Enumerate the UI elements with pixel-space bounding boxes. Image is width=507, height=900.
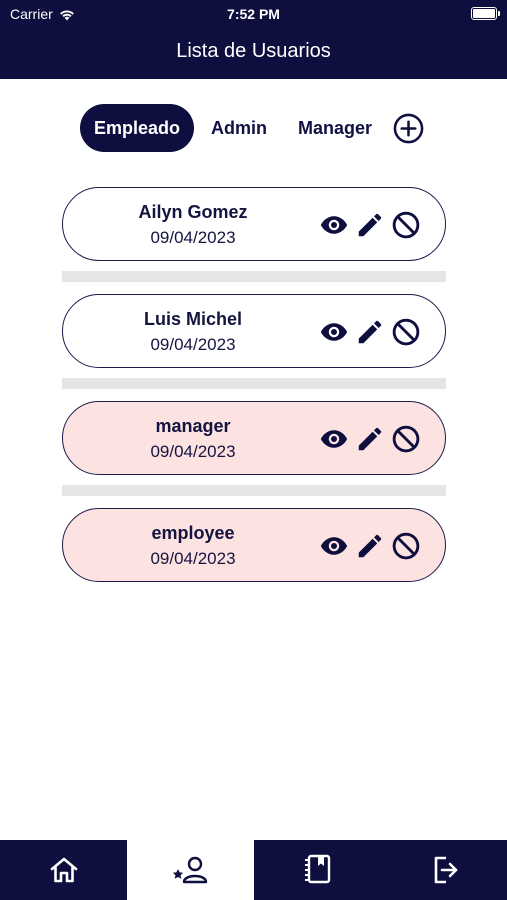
eye-icon[interactable] <box>319 424 349 454</box>
eye-icon[interactable] <box>319 317 349 347</box>
tab-manager[interactable]: Manager <box>289 104 381 152</box>
user-name: Luis Michel <box>143 309 242 329</box>
pencil-icon[interactable] <box>355 531 385 561</box>
eye-icon[interactable] <box>319 210 349 240</box>
add-user-button[interactable] <box>393 113 424 144</box>
nav-home[interactable] <box>0 840 127 900</box>
tab-empleado[interactable]: Empleado <box>80 104 194 152</box>
block-icon[interactable] <box>391 531 421 561</box>
row-divider <box>62 271 446 282</box>
bottom-nav-bar <box>0 840 507 900</box>
user-card[interactable]: manager 09/04/2023 <box>62 401 446 475</box>
top-bar: Carrier 7:52 PM Lista de Usuarios <box>0 0 507 79</box>
pencil-icon[interactable] <box>355 317 385 347</box>
role-tabs: Empleado Admin Manager <box>0 104 507 152</box>
user-card[interactable]: Luis Michel 09/04/2023 <box>62 294 446 368</box>
block-icon[interactable] <box>391 210 421 240</box>
row-divider <box>62 378 446 389</box>
status-time: 7:52 PM <box>227 6 280 22</box>
pencil-icon[interactable] <box>355 210 385 240</box>
user-card[interactable]: Ailyn Gomez 09/04/2023 <box>62 187 446 261</box>
user-date: 09/04/2023 <box>150 442 236 461</box>
block-icon[interactable] <box>391 424 421 454</box>
status-bar: Carrier 7:52 PM <box>0 4 507 24</box>
user-name: manager <box>155 416 231 436</box>
pencil-icon[interactable] <box>355 424 385 454</box>
tab-admin[interactable]: Admin <box>203 104 275 152</box>
battery-icon <box>471 7 500 20</box>
user-date: 09/04/2023 <box>150 549 236 568</box>
user-name: employee <box>151 523 235 543</box>
nav-catalog[interactable] <box>254 840 381 900</box>
nav-users[interactable] <box>127 840 254 900</box>
user-star-icon <box>172 856 207 884</box>
user-date: 09/04/2023 <box>150 335 236 354</box>
user-name: Ailyn Gomez <box>138 202 248 222</box>
page-title: Lista de Usuarios <box>176 40 331 62</box>
logout-icon <box>434 856 457 884</box>
row-divider <box>62 485 446 496</box>
nav-logout[interactable] <box>381 840 507 900</box>
home-icon <box>50 857 77 883</box>
book-icon <box>304 854 330 884</box>
user-card[interactable]: employee 09/04/2023 <box>62 508 446 582</box>
eye-icon[interactable] <box>319 531 349 561</box>
block-icon[interactable] <box>391 317 421 347</box>
user-date: 09/04/2023 <box>150 228 236 247</box>
